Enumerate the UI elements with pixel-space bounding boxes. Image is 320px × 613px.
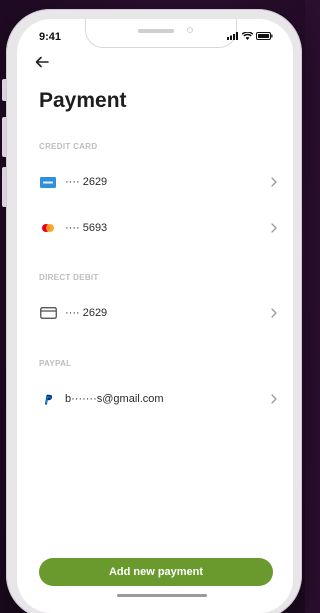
back-button[interactable] [35,52,57,72]
phone-screen: 9:41 Payment CREDIT CARD ···· 2629 ···· … [17,19,293,613]
chevron-right-icon [271,177,277,187]
chevron-right-icon [271,223,277,233]
status-icons [227,32,273,40]
bank-card-icon [39,306,57,320]
chevron-right-icon [271,394,277,404]
background: 9:41 Payment CREDIT CARD ···· 2629 ···· … [0,0,305,613]
mastercard-icon [39,221,57,235]
card-number-label: ···· 2629 [65,176,108,188]
volume-up-button [2,117,6,157]
volume-down-button [2,167,6,207]
add-new-payment-button[interactable]: Add new payment [39,558,273,586]
home-indicator [117,594,207,597]
section-header-direct-debit: DIRECT DEBIT [39,273,99,282]
payment-method-row-amex[interactable]: ···· 2629 [31,165,279,199]
speaker-grille [138,29,174,33]
chevron-right-icon [271,308,277,318]
arrow-left-icon [35,56,49,68]
card-number-label: ···· 2629 [65,307,108,319]
payment-method-row-mastercard[interactable]: ···· 5693 [31,211,279,245]
section-header-paypal: PAYPAL [39,359,72,368]
paypal-icon [39,392,57,406]
signal-icon [227,32,238,40]
payment-method-row-paypal[interactable]: b·······s@gmail.com [31,382,279,416]
battery-icon [256,32,273,40]
notch [85,19,237,48]
payment-method-row-direct-debit[interactable]: ···· 2629 [31,296,279,330]
section-header-credit-card: CREDIT CARD [39,142,98,151]
mute-switch [2,79,6,101]
amex-card-icon [39,175,57,189]
front-camera [187,27,193,33]
paypal-email-label: b·······s@gmail.com [65,393,164,405]
wifi-icon [242,32,253,40]
status-time: 9:41 [39,31,62,43]
page-title: Payment [39,89,127,112]
card-number-label: ···· 5693 [65,222,108,234]
